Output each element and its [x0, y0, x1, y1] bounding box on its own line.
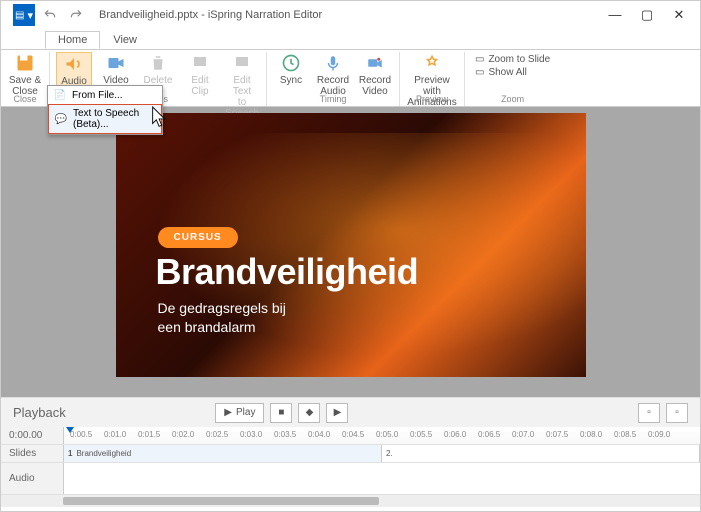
prev-button[interactable]: ◆	[298, 403, 320, 423]
slides-row-label: Slides	[1, 448, 63, 459]
timeline-ruler-row: 0:00.00 0:00.50:01.00:01.50:02.00:02.50:…	[1, 427, 700, 445]
slide-preview[interactable]: CURSUS Brandveiligheid De gedragsregels …	[116, 113, 586, 377]
play-button[interactable]: ▶ Play	[215, 403, 264, 423]
scrollbar-thumb[interactable]	[63, 497, 379, 505]
sync-button[interactable]: Sync	[273, 52, 309, 86]
next-button[interactable]: ▶	[326, 403, 348, 423]
title-bar: ▤ ▾ Brandveiligheid.pptx - iSpring Narra…	[1, 1, 700, 29]
group-close-label: Close	[13, 94, 36, 106]
preview-icon	[421, 52, 443, 74]
ruler-tick: 0:04.5	[342, 430, 364, 439]
ruler-tick: 0:08.0	[580, 430, 602, 439]
tab-view[interactable]: View	[100, 31, 150, 49]
tts-label: Text to Speech (Beta)...	[73, 108, 155, 130]
show-all-icon: ▭	[475, 67, 484, 78]
ruler-tick: 0:02.5	[206, 430, 228, 439]
redo-button[interactable]	[65, 4, 87, 26]
cursor-icon	[149, 105, 171, 136]
ruler-tick: 0:07.0	[512, 430, 534, 439]
edit-clip-button: Edit Clip	[182, 52, 218, 97]
slide-clip-2[interactable]: 2.	[382, 445, 700, 462]
stop-button[interactable]: ■	[270, 403, 292, 423]
slide-badge: CURSUS	[158, 227, 238, 248]
chevron-down-icon: ▾	[28, 9, 34, 22]
from-file-label: From File...	[72, 90, 123, 101]
camera-icon	[364, 52, 386, 74]
audio-dropdown: 📄 From File... 💬 Text to Speech (Beta)..…	[47, 85, 163, 135]
ruler-tick: 0:06.0	[444, 430, 466, 439]
playback-bar: Playback ▶ Play ■ ◆ ▶ ▫ ▫	[1, 397, 700, 427]
group-zoom-label: Zoom	[501, 94, 524, 106]
timeline-ruler[interactable]: 0:00.5 0:01.0 0:01.5 0:02.0 0:02.5 0:03.0 0:03…	[63, 427, 700, 444]
ruler-tick: 0:06.5	[478, 430, 500, 439]
mic-icon	[322, 52, 344, 74]
sync-label: Sync	[280, 75, 302, 86]
maximize-button[interactable]: ▢	[640, 7, 654, 23]
ruler-tick: 0:01.5	[138, 430, 160, 439]
delete-icon	[147, 52, 169, 74]
tab-home[interactable]: Home	[45, 31, 100, 49]
save-icon	[14, 52, 36, 74]
playback-label: Playback	[13, 405, 66, 420]
slide-clip-1[interactable]: 1Brandveiligheid	[64, 445, 382, 462]
ruler-tick: 0:00.5	[70, 430, 92, 439]
slides-track[interactable]: 1Brandveiligheid 2.	[63, 445, 700, 462]
dropdown-text-to-speech[interactable]: 💬 Text to Speech (Beta)...	[48, 104, 162, 134]
file-icon: 📄	[54, 89, 66, 101]
edit-tts-icon	[231, 52, 253, 74]
ruler-tick: 0:09.0	[648, 430, 670, 439]
slide-stage: CURSUS Brandveiligheid De gedragsregels …	[1, 107, 700, 397]
pb-extra-1: ▫	[638, 403, 660, 423]
ruler-tick: 0:03.5	[274, 430, 296, 439]
minimize-button[interactable]: —	[608, 7, 622, 23]
slide-subtitle: De gedragsregels bijeen brandalarm	[158, 299, 286, 337]
show-all-button[interactable]: ▭ Show All	[475, 67, 550, 78]
timeline: 0:00.00 0:00.50:01.00:01.50:02.00:02.50:…	[1, 427, 700, 507]
audio-row: Audio	[1, 463, 700, 495]
video-icon	[105, 52, 127, 74]
ruler-tick: 0:08.5	[614, 430, 636, 439]
undo-button[interactable]	[39, 4, 61, 26]
record-audio-button[interactable]: Record Audio	[315, 52, 351, 97]
ruler-tick: 0:04.0	[308, 430, 330, 439]
audio-icon	[63, 53, 85, 75]
zoom-to-slide-button[interactable]: ▭ Zoom to Slide	[475, 54, 550, 65]
ruler-tick: 0:07.5	[546, 430, 568, 439]
close-window-button[interactable]: ✕	[672, 7, 686, 23]
slides-row: Slides 1Brandveiligheid 2.	[1, 445, 700, 463]
quick-access-toolbar: ▤ ▾	[7, 4, 87, 26]
sync-icon	[280, 52, 302, 74]
audio-track[interactable]	[63, 463, 700, 494]
save-close-button[interactable]: Save & Close	[7, 52, 43, 97]
edit-clip-icon	[189, 52, 211, 74]
file-menu-button[interactable]: ▤ ▾	[13, 4, 35, 26]
slide-title: Brandveiligheid	[156, 251, 419, 293]
dropdown-from-file[interactable]: 📄 From File...	[48, 86, 162, 104]
edit-tts-button: Edit Text to Speech	[224, 52, 260, 119]
ruler-tick: 0:01.0	[104, 430, 126, 439]
timeline-start: 0:00.00	[1, 430, 63, 441]
group-preview-label: Preview	[416, 94, 448, 106]
edit-clip-label: Edit Clip	[191, 75, 208, 97]
record-video-button[interactable]: Record Video	[357, 52, 393, 97]
window-title: Brandveiligheid.pptx - iSpring Narration…	[99, 9, 322, 21]
zoom-slide-icon: ▭	[475, 54, 484, 65]
ruler-tick: 0:02.0	[172, 430, 194, 439]
tts-icon: 💬	[55, 113, 67, 125]
delete-button: Delete	[140, 52, 176, 86]
ruler-tick: 0:05.5	[410, 430, 432, 439]
timeline-scrollbar[interactable]	[1, 495, 700, 507]
zoom-slide-label: Zoom to Slide	[488, 54, 550, 65]
ribbon-tabs: Home View	[1, 29, 700, 49]
audio-row-label: Audio	[1, 473, 63, 484]
pb-extra-2: ▫	[666, 403, 688, 423]
window-controls: — ▢ ✕	[608, 7, 694, 23]
ruler-tick: 0:03.0	[240, 430, 262, 439]
ruler-tick: 0:05.0	[376, 430, 398, 439]
video-button[interactable]: Video	[98, 52, 134, 86]
record-video-label: Record Video	[359, 75, 391, 97]
group-timing-label: Timing	[320, 94, 347, 106]
show-all-label: Show All	[488, 67, 526, 78]
